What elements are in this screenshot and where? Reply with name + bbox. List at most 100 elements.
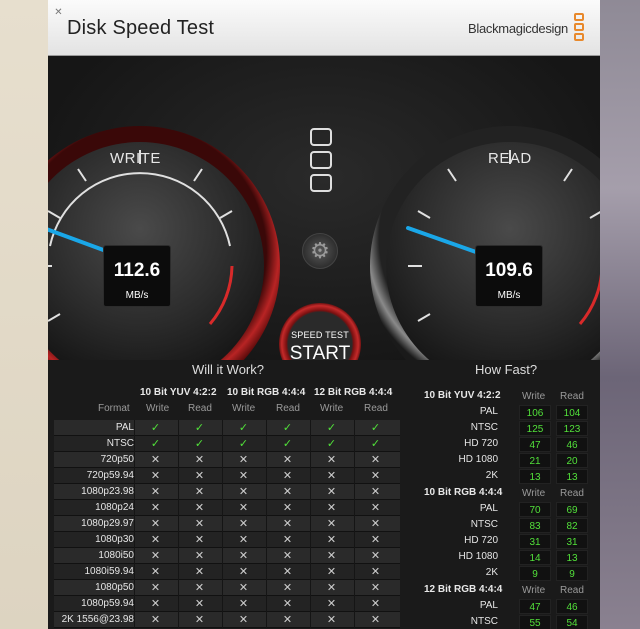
table-row: 1080p29.97 ✕ ✕ ✕ ✕ ✕ ✕	[54, 516, 400, 532]
table-row: 720p50 ✕ ✕ ✕ ✕ ✕ ✕	[54, 452, 400, 468]
group-header: 12 Bit RGB 4:4:4	[314, 387, 393, 398]
cross-icon: ✕	[266, 612, 308, 628]
blackmagic-logo-icon	[574, 13, 586, 45]
cross-icon: ✕	[222, 580, 264, 596]
read-fps-value: 13	[556, 550, 588, 565]
cross-icon: ✕	[266, 548, 308, 564]
group-header: 10 Bit RGB 4:4:4	[424, 487, 503, 498]
write-fps-value: 70	[519, 502, 551, 517]
group-header: 10 Bit RGB 4:4:4	[227, 387, 306, 398]
write-column-header: Write	[146, 403, 170, 414]
table-row: NTSC 55 54	[418, 614, 600, 629]
write-column-header: Write	[232, 403, 256, 414]
cross-icon: ✕	[354, 468, 396, 484]
table-row: 1080p24 ✕ ✕ ✕ ✕ ✕ ✕	[54, 500, 400, 516]
cross-icon: ✕	[178, 596, 220, 612]
format-label: 1080p24	[95, 502, 134, 513]
write-fps-value: 125	[519, 421, 551, 436]
format-label: HD 1080	[458, 551, 498, 562]
table-row: 720p59.94 ✕ ✕ ✕ ✕ ✕ ✕	[54, 468, 400, 484]
cross-icon: ✕	[222, 468, 264, 484]
cross-icon: ✕	[354, 548, 396, 564]
cross-icon: ✕	[222, 516, 264, 532]
format-label: PAL	[479, 406, 498, 417]
write-fps-value: 13	[519, 469, 551, 484]
read-fps-value: 31	[556, 534, 588, 549]
cross-icon: ✕	[222, 452, 264, 468]
format-label: 1080i59.94	[84, 566, 135, 577]
table-row: PAL 70 69	[418, 501, 600, 517]
cross-icon: ✕	[222, 564, 264, 580]
cross-icon: ✕	[310, 500, 352, 516]
read-column-header: Read	[276, 403, 300, 414]
table-row: HD 720 31 31	[418, 533, 600, 549]
read-fps-value: 54	[556, 615, 588, 629]
cross-icon: ✕	[354, 532, 396, 548]
table-row: HD 1080 14 13	[418, 549, 600, 565]
format-label: HD 720	[464, 535, 498, 546]
format-label: 2K	[485, 470, 498, 481]
cross-icon: ✕	[266, 596, 308, 612]
read-gauge-label: READ	[488, 150, 532, 167]
check-icon: ✓	[354, 420, 396, 436]
cross-icon: ✕	[266, 500, 308, 516]
close-icon[interactable]: ✕	[54, 8, 63, 18]
cross-icon: ✕	[310, 532, 352, 548]
write-column-header: Write	[522, 585, 546, 596]
write-fps-value: 47	[519, 599, 551, 614]
table-row: 2K 13 13	[418, 468, 600, 484]
group-header: 10 Bit YUV 4:2:2	[424, 390, 501, 401]
start-button-caption: SPEED TEST	[291, 330, 349, 340]
how-fast-group-header: 10 Bit YUV 4:2:2 Write Read	[418, 387, 600, 404]
gauge-panel: WRITE 112.6 MB/s READ 109.6 MB/s ⚙ SPEED…	[48, 56, 600, 406]
write-column-header: Write	[522, 391, 546, 402]
table-row: NTSC 125 123	[418, 420, 600, 436]
table-row: 2K 9 9	[418, 565, 600, 581]
write-fps-value: 31	[519, 534, 551, 549]
app-title: Disk Speed Test	[67, 17, 215, 39]
cross-icon: ✕	[354, 596, 396, 612]
cross-icon: ✕	[178, 532, 220, 548]
settings-gear-icon[interactable]: ⚙	[302, 233, 338, 269]
format-label: NTSC	[470, 616, 498, 627]
cross-icon: ✕	[134, 468, 176, 484]
cross-icon: ✕	[310, 516, 352, 532]
how-fast-group: 10 Bit YUV 4:2:2 Write Read PAL 106 104 NTSC 12…	[418, 387, 600, 484]
write-fps-value: 55	[519, 615, 551, 629]
table-row: NTSC ✓ ✓ ✓ ✓ ✓ ✓	[54, 436, 400, 452]
table-row: HD 720 47 46	[418, 436, 600, 452]
cross-icon: ✕	[266, 516, 308, 532]
read-column-header: Read	[188, 403, 212, 414]
write-fps-value: 83	[519, 518, 551, 533]
cross-icon: ✕	[222, 500, 264, 516]
cross-icon: ✕	[178, 612, 220, 628]
cross-icon: ✕	[178, 452, 220, 468]
cross-icon: ✕	[310, 548, 352, 564]
cross-icon: ✕	[266, 532, 308, 548]
write-gauge-label: WRITE	[110, 150, 161, 167]
cross-icon: ✕	[354, 516, 396, 532]
write-fps-value: 9	[519, 566, 551, 581]
format-label: 1080p29.97	[81, 518, 134, 529]
read-column-header: Read	[364, 403, 388, 414]
write-speed-display: 112.6 MB/s	[103, 245, 171, 307]
table-row: HD 1080 21 20	[418, 452, 600, 468]
write-speed-unit: MB/s	[125, 290, 149, 301]
table-row: PAL 47 46	[418, 598, 600, 614]
cross-icon: ✕	[134, 564, 176, 580]
read-fps-value: 82	[556, 518, 588, 533]
cross-icon: ✕	[178, 500, 220, 516]
check-icon: ✓	[134, 420, 176, 436]
how-fast-group: 12 Bit RGB 4:4:4 Write Read PAL 47 46 NTSC 55 54	[418, 581, 600, 629]
read-fps-value: 9	[556, 566, 588, 581]
check-icon: ✓	[266, 436, 308, 452]
cross-icon: ✕	[354, 612, 396, 628]
write-fps-value: 14	[519, 550, 551, 565]
check-icon: ✓	[178, 436, 220, 452]
check-icon: ✓	[178, 420, 220, 436]
layout-toggle-icon[interactable]	[310, 128, 334, 197]
read-column-header: Read	[560, 585, 584, 596]
table-row: 1080p59.94 ✕ ✕ ✕ ✕ ✕ ✕	[54, 596, 400, 612]
check-icon: ✓	[310, 420, 352, 436]
read-fps-value: 20	[556, 453, 588, 468]
